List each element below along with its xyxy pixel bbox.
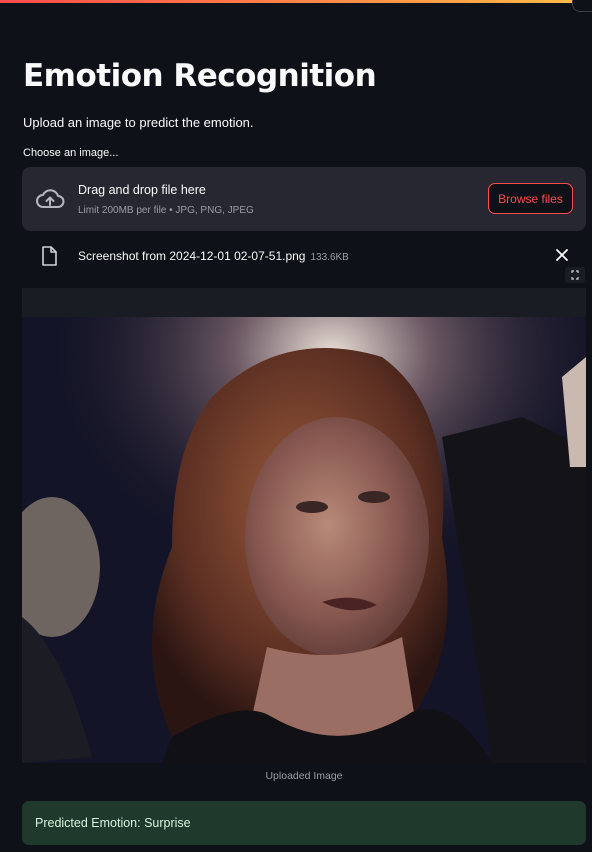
fullscreen-icon[interactable] <box>565 267 585 283</box>
header-menu-button[interactable] <box>572 0 592 12</box>
uploaded-file-row: Screenshot from 2024-12-01 02-07-51.png 1… <box>22 241 586 271</box>
dropzone-limit: Limit 200MB per file • JPG, PNG, JPEG <box>78 205 254 216</box>
uploaded-image-panel <box>22 288 586 763</box>
page-title: Emotion Recognition <box>23 58 377 94</box>
browse-files-button[interactable]: Browse files <box>488 183 573 214</box>
file-name-text: Screenshot from 2024-12-01 02-07-51.png <box>78 249 306 263</box>
uploader-label: Choose an image... <box>23 147 119 159</box>
close-icon[interactable] <box>555 248 569 262</box>
uploaded-image <box>22 317 586 763</box>
top-decoration-bar <box>0 0 592 3</box>
file-icon <box>42 246 57 266</box>
cloud-upload-icon <box>36 189 65 208</box>
file-dropzone[interactable]: Drag and drop file here Limit 200MB per … <box>22 167 586 231</box>
prediction-result-alert: Predicted Emotion: Surprise <box>22 801 586 845</box>
dropzone-instructions: Drag and drop file here <box>78 183 206 197</box>
uploaded-photo <box>22 317 586 763</box>
file-size: 133.6KB <box>310 252 349 263</box>
image-caption: Uploaded Image <box>265 770 343 782</box>
uploaded-file-name: Screenshot from 2024-12-01 02-07-51.png 1… <box>78 249 349 263</box>
page-subtitle: Upload an image to predict the emotion. <box>23 115 254 130</box>
prediction-result-text: Predicted Emotion: Surprise <box>35 816 191 830</box>
